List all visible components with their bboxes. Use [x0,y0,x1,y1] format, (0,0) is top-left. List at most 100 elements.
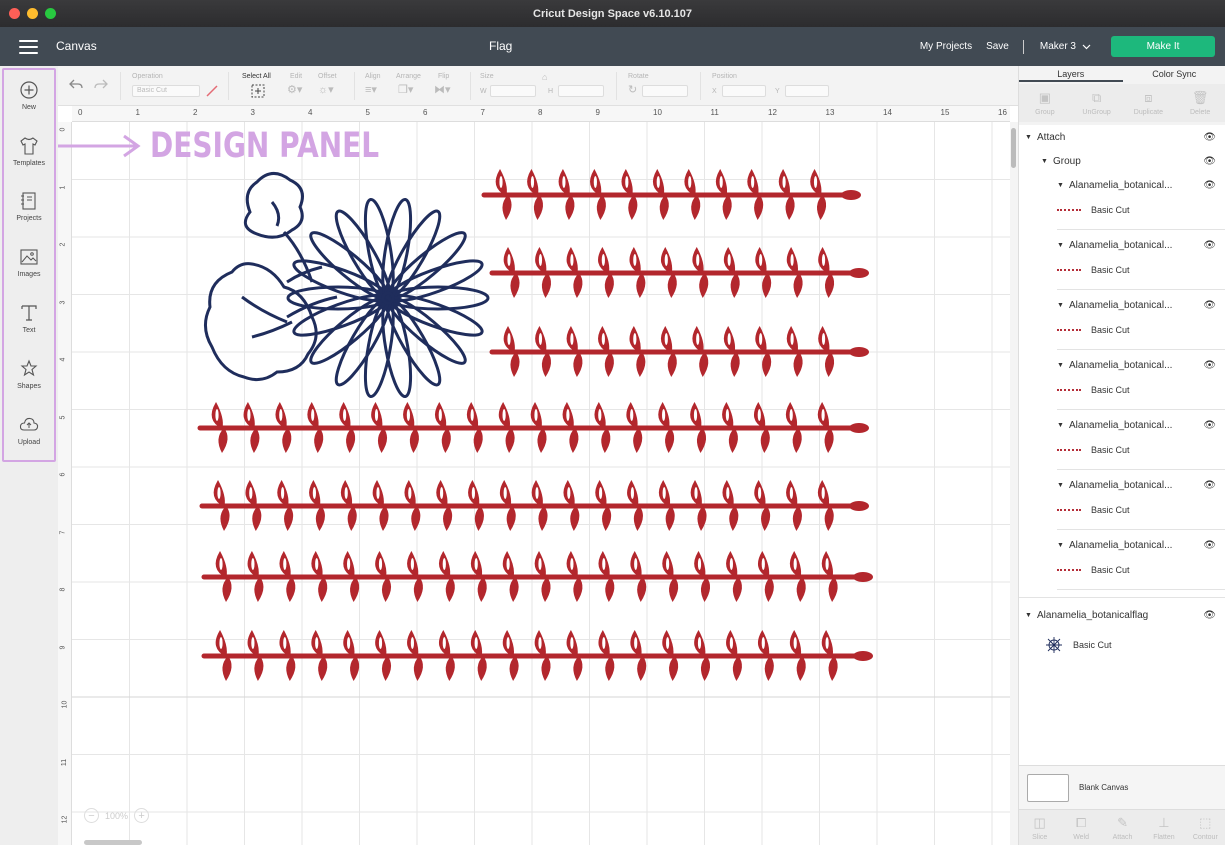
close-window-button[interactable] [9,8,20,19]
layer-operation-row[interactable]: Basic Cut [1019,436,1225,464]
vine-stripe[interactable] [201,629,873,681]
save-button[interactable]: Save [986,41,1009,52]
operation-select[interactable]: Basic Cut [132,85,200,97]
shapes-button[interactable]: Shapes [4,359,54,390]
vine-stripe[interactable] [201,550,873,602]
eye-icon[interactable]: 👁 [1203,156,1216,167]
expand-triangle-icon[interactable]: ▼ [1025,612,1037,619]
expand-triangle-icon[interactable]: ▼ [1057,482,1069,489]
layer-item[interactable]: ▼ Alanamelia_botanical... 👁 [1019,473,1225,497]
expand-triangle-icon[interactable]: ▼ [1057,242,1069,249]
my-projects-link[interactable]: My Projects [920,41,972,52]
menu-icon[interactable] [19,40,38,54]
new-button[interactable]: New [4,80,54,111]
vine-stripe[interactable] [489,246,869,298]
contour-button[interactable]: ⬚ Contour [1185,810,1225,845]
lock-icon[interactable]: ⌂ [542,72,547,82]
design-canvas[interactable] [72,122,1010,845]
eye-icon[interactable]: 👁 [1203,540,1216,551]
layer-operation-row[interactable]: Basic Cut [1019,496,1225,524]
align-icon[interactable]: ≡▾ [365,83,377,96]
pen-color-icon[interactable] [205,84,219,98]
eye-icon[interactable]: 👁 [1203,300,1216,311]
templates-button[interactable]: Templates [4,136,54,167]
layer-operation-row[interactable]: Basic Cut [1019,256,1225,284]
layer-operation-row[interactable]: Basic Cut [1019,316,1225,344]
layer-operation-row[interactable]: Basic Cut [1019,631,1225,659]
layer-item[interactable]: ▼ Alanamelia_botanical... 👁 [1019,353,1225,377]
attach-button[interactable]: ✎ Attach [1102,810,1143,845]
flip-icon[interactable]: ⧓▾ [434,83,451,96]
text-button[interactable]: Text [4,303,54,334]
arrange-icon[interactable]: ❐▾ [398,83,413,96]
projects-button[interactable]: Projects [4,191,54,222]
eye-icon[interactable]: 👁 [1203,240,1216,251]
blank-canvas-row[interactable]: Blank Canvas [1019,765,1225,809]
flower-cluster[interactable] [204,172,490,399]
offset-icon[interactable]: ☼▾ [318,83,334,96]
layer-operation-row[interactable]: Basic Cut [1019,556,1225,584]
layer-operation-row[interactable]: Basic Cut [1019,196,1225,224]
zoom-out-button[interactable]: − [84,808,99,823]
width-input[interactable] [490,85,536,97]
layer-item[interactable]: ▼ Alanamelia_botanical... 👁 [1019,293,1225,317]
vine-stripe[interactable] [489,325,869,377]
expand-triangle-icon[interactable]: ▼ [1057,422,1069,429]
expand-triangle-icon[interactable]: ▼ [1057,182,1069,189]
layer-item[interactable]: ▼ Alanamelia_botanical... 👁 [1019,413,1225,437]
eye-icon[interactable]: 👁 [1203,132,1216,143]
zoom-window-button[interactable] [45,8,56,19]
redo-icon[interactable] [93,78,109,90]
eye-icon[interactable]: 👁 [1203,180,1216,191]
eye-icon[interactable]: 👁 [1203,360,1216,371]
zoom-in-button[interactable]: + [134,808,150,823]
flag-artwork[interactable] [72,122,1010,845]
rotate-icon[interactable]: ↻ [628,83,637,96]
images-button[interactable]: Images [4,247,54,278]
delete-button[interactable]: 🗑 Delete [1174,84,1225,122]
expand-triangle-icon[interactable]: ▼ [1025,134,1037,141]
slice-button[interactable]: ◫ Slice [1019,810,1060,845]
flatten-button[interactable]: ⊥ Flatten [1143,810,1184,845]
eye-icon[interactable]: 👁 [1203,420,1216,431]
tab-color-sync[interactable]: Color Sync [1123,66,1225,82]
undo-icon[interactable] [68,78,84,90]
weld-button[interactable]: ⧠ Weld [1060,810,1101,845]
vine-stripe[interactable] [481,168,861,220]
make-it-button[interactable]: Make It [1111,36,1215,57]
machine-select[interactable]: Maker 3 [1040,41,1091,52]
height-input[interactable] [558,85,604,97]
layer-operation-row[interactable]: Basic Cut [1019,376,1225,404]
upload-button[interactable]: Upload [4,415,54,446]
ruler-number: 5 [59,415,67,419]
minimize-window-button[interactable] [27,8,38,19]
canvas-swatch[interactable] [1027,773,1069,802]
expand-triangle-icon[interactable]: ▼ [1057,542,1069,549]
edit-icon[interactable]: ⚙▾ [287,83,302,96]
rotate-input[interactable] [642,85,688,97]
layer-item[interactable]: ▼ Alanamelia_botanical... 👁 [1019,173,1225,197]
expand-triangle-icon[interactable]: ▼ [1057,302,1069,309]
vertical-scrollbar[interactable] [1010,122,1018,845]
layer-attach[interactable]: ▼ Attach 👁 [1019,125,1225,149]
layer-flag[interactable]: ▼ Alanamelia_botanicalflag 👁 [1019,603,1225,627]
layer-divider [1057,349,1225,350]
layer-item[interactable]: ▼ Alanamelia_botanical... 👁 [1019,233,1225,257]
select-all-icon[interactable] [251,84,265,98]
vine-stripe[interactable] [199,479,869,531]
x-input[interactable] [722,85,766,97]
ungroup-button[interactable]: ⧉ UnGroup [1071,84,1123,122]
layer-group[interactable]: ▼ Group 👁 [1019,149,1225,173]
eye-icon[interactable]: 👁 [1203,610,1216,621]
eye-icon[interactable]: 👁 [1203,480,1216,491]
tab-layers[interactable]: Layers [1019,66,1123,82]
layer-item[interactable]: ▼ Alanamelia_botanical... 👁 [1019,533,1225,557]
duplicate-button[interactable]: ⧈ Duplicate [1123,84,1175,122]
expand-triangle-icon[interactable]: ▼ [1041,158,1053,165]
vine-stripe[interactable] [197,401,869,453]
group-button[interactable]: ▣ Group [1019,84,1071,122]
horizontal-scrollbar[interactable] [84,840,142,845]
expand-triangle-icon[interactable]: ▼ [1057,362,1069,369]
y-input[interactable] [785,85,829,97]
project-title[interactable]: Flag [489,39,512,53]
